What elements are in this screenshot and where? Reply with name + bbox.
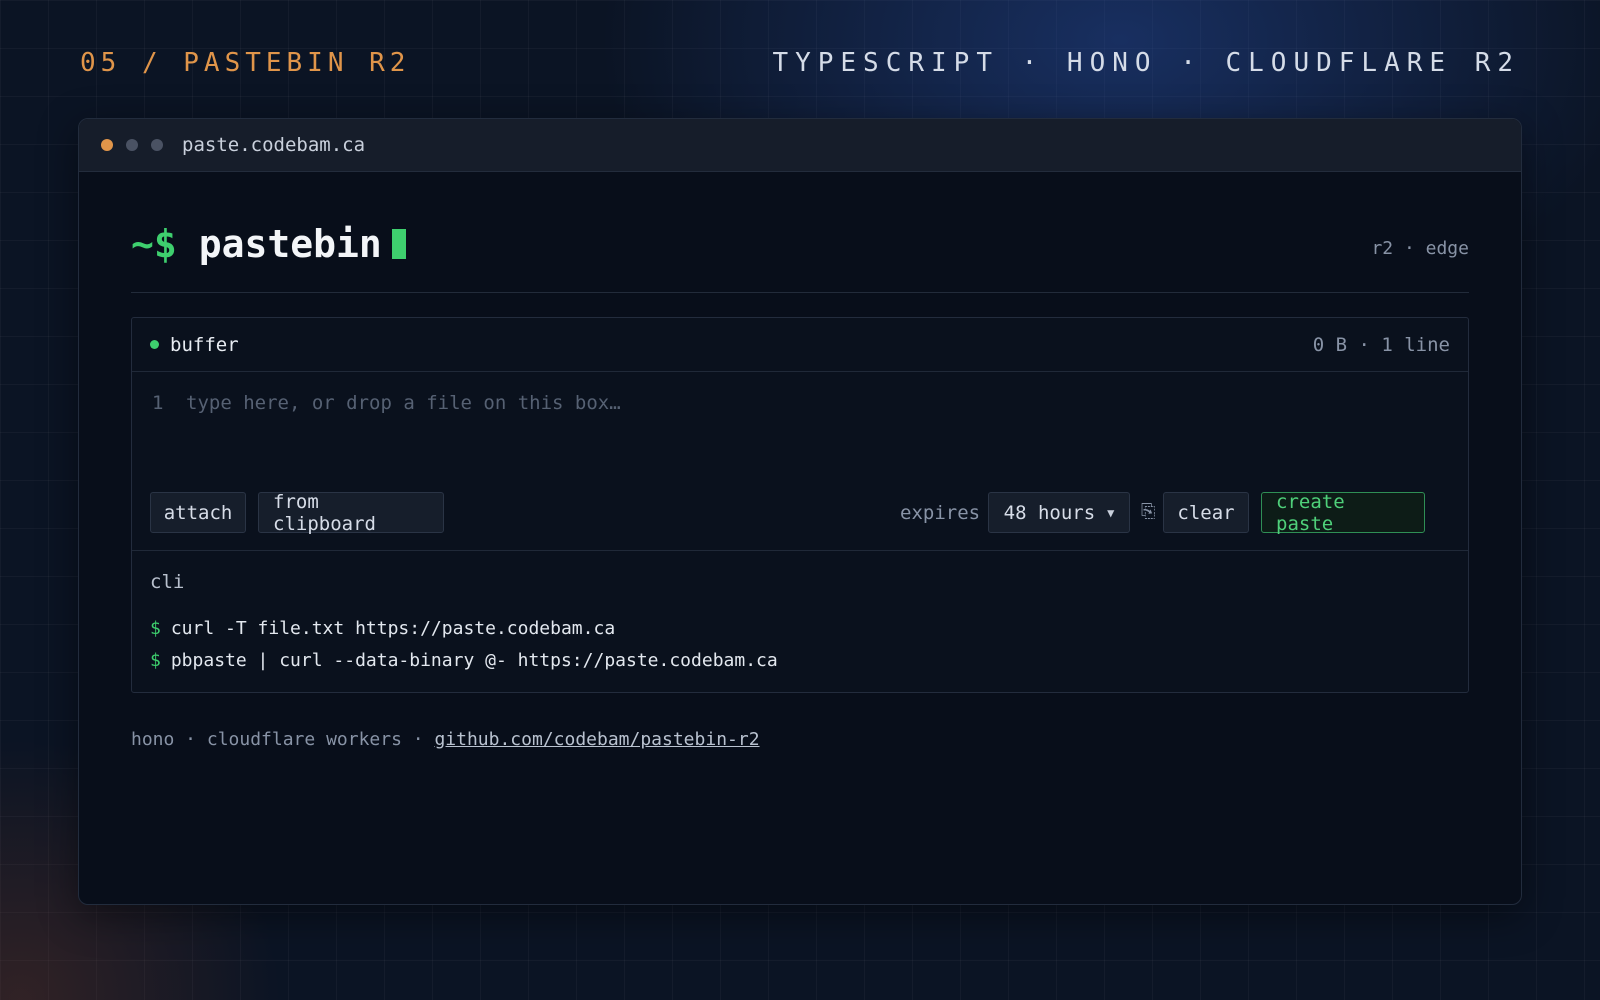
create-paste-button[interactable]: create paste (1261, 491, 1425, 535)
browser-window: paste.codebam.ca ~$ pastebin r2 · edge b… (78, 118, 1522, 905)
app-content: ~$ pastebin r2 · edge buffer 0 B · 1 lin… (131, 172, 1469, 750)
stack-label: TYPESCRIPT · HONO · CLOUDFLARE R2 (772, 48, 1520, 78)
window-close-dot[interactable] (101, 139, 113, 151)
attach-button[interactable]: attach (150, 492, 246, 533)
expires-select[interactable]: 48 hours ▼ (988, 492, 1130, 533)
expires-label: expires (900, 502, 981, 524)
from-clipboard-button[interactable]: from clipboard (258, 491, 444, 535)
window-maximize-dot[interactable] (151, 139, 163, 151)
buffer-stats: 0 B · 1 line (1312, 333, 1450, 356)
window-titlebar: paste.codebam.ca (79, 119, 1521, 172)
page-title: ~$ pastebin (131, 222, 406, 266)
window-url: paste.codebam.ca (182, 134, 366, 156)
app-name: pastebin (198, 222, 382, 266)
clear-button[interactable]: clear (1163, 492, 1249, 533)
cli-command: curl -T file.txt https://paste.codebam.c… (170, 618, 616, 639)
line-number: 1 (152, 392, 164, 414)
cli-command: pbpaste | curl --data-binary @- https://… (170, 650, 778, 671)
cli-prompt: $ (150, 650, 161, 671)
project-label: 05 / PASTEBIN R2 (80, 48, 411, 78)
chevron-down-icon: ▼ (1107, 505, 1115, 520)
copy-icon[interactable]: ⎘ (1141, 501, 1155, 522)
footer-text: hono · cloudflare workers · (131, 729, 435, 750)
cli-prompt: $ (150, 618, 161, 639)
footer: hono · cloudflare workers · github.com/c… (131, 729, 760, 750)
cli-command-line: $ pbpaste | curl --data-binary @- https:/… (150, 645, 1450, 677)
cli-section: cli $ curl -T file.txt https://paste.code… (132, 551, 1468, 697)
cursor-block-icon (391, 229, 406, 259)
shell-prompt: ~$ (131, 222, 177, 266)
buffer-label: buffer (170, 333, 239, 356)
cli-command-line: $ curl -T file.txt https://paste.codebam.… (150, 613, 1450, 645)
paste-editor[interactable]: 1 type here, or drop a file on this box…… (132, 372, 1468, 551)
buffer-header: buffer 0 B · 1 line (132, 318, 1468, 372)
window-minimize-dot[interactable] (126, 139, 138, 151)
paste-panel: buffer 0 B · 1 line 1 type here, or drop… (131, 317, 1469, 693)
editor-placeholder[interactable]: type here, or drop a file on this box… (186, 392, 621, 414)
status-dot-icon (150, 340, 159, 349)
hero: ~$ pastebin r2 · edge (131, 172, 1469, 293)
cli-title: cli (150, 571, 185, 593)
expires-value: 48 hours (1003, 501, 1096, 524)
github-link[interactable]: github.com/codebam/pastebin-r2 (434, 729, 759, 750)
hero-tag: r2 · edge (1371, 238, 1469, 259)
